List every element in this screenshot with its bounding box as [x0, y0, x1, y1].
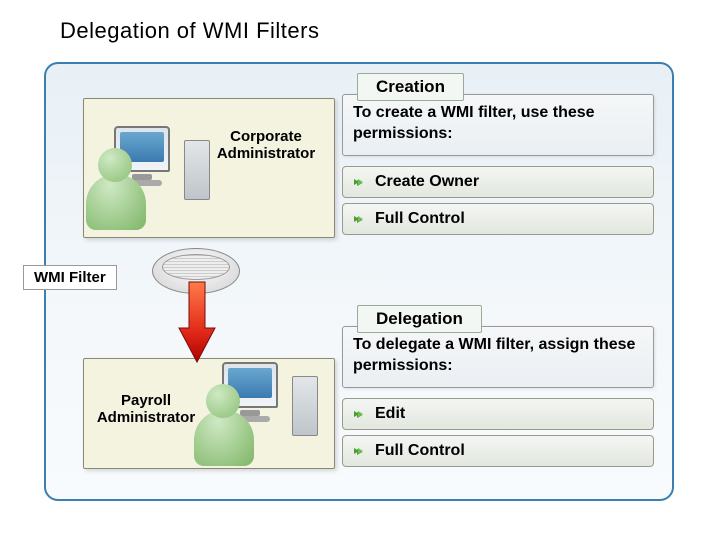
payroll-admin-label: Payroll Administrator [94, 392, 198, 427]
creation-body: To create a WMI filter, use these permis… [353, 103, 645, 145]
delegation-panel: Delegation To delegate a WMI filter, ass… [342, 326, 654, 388]
delegation-permission-label: Edit [375, 405, 405, 423]
creation-permission-label: Create Owner [375, 173, 479, 191]
payroll-admin-icon [196, 354, 318, 466]
delegation-permission-row: Full Control [342, 435, 654, 467]
creation-permission-label: Full Control [375, 210, 465, 228]
delegation-permission-label: Full Control [375, 442, 465, 460]
diagram-frame: Corporate Administrator WMI Filter Payro… [44, 62, 674, 501]
creation-heading: Creation [357, 73, 464, 101]
bullet-icon [353, 445, 365, 457]
creation-permission-row: Create Owner [342, 166, 654, 198]
corporate-admin-icon [88, 118, 210, 230]
bullet-icon [353, 176, 365, 188]
wmi-filter-label: WMI Filter [23, 265, 117, 290]
bullet-icon [353, 213, 365, 225]
corporate-admin-label: Corporate Administrator [214, 128, 318, 163]
bullet-icon [353, 408, 365, 420]
page-title: Delegation of WMI Filters [0, 0, 720, 44]
creation-permission-row: Full Control [342, 203, 654, 235]
delegation-permission-row: Edit [342, 398, 654, 430]
delegation-heading: Delegation [357, 305, 482, 333]
wmi-filter-icon [152, 248, 240, 294]
creation-panel: Creation To create a WMI filter, use the… [342, 94, 654, 156]
delegation-body: To delegate a WMI filter, assign these p… [353, 335, 645, 377]
